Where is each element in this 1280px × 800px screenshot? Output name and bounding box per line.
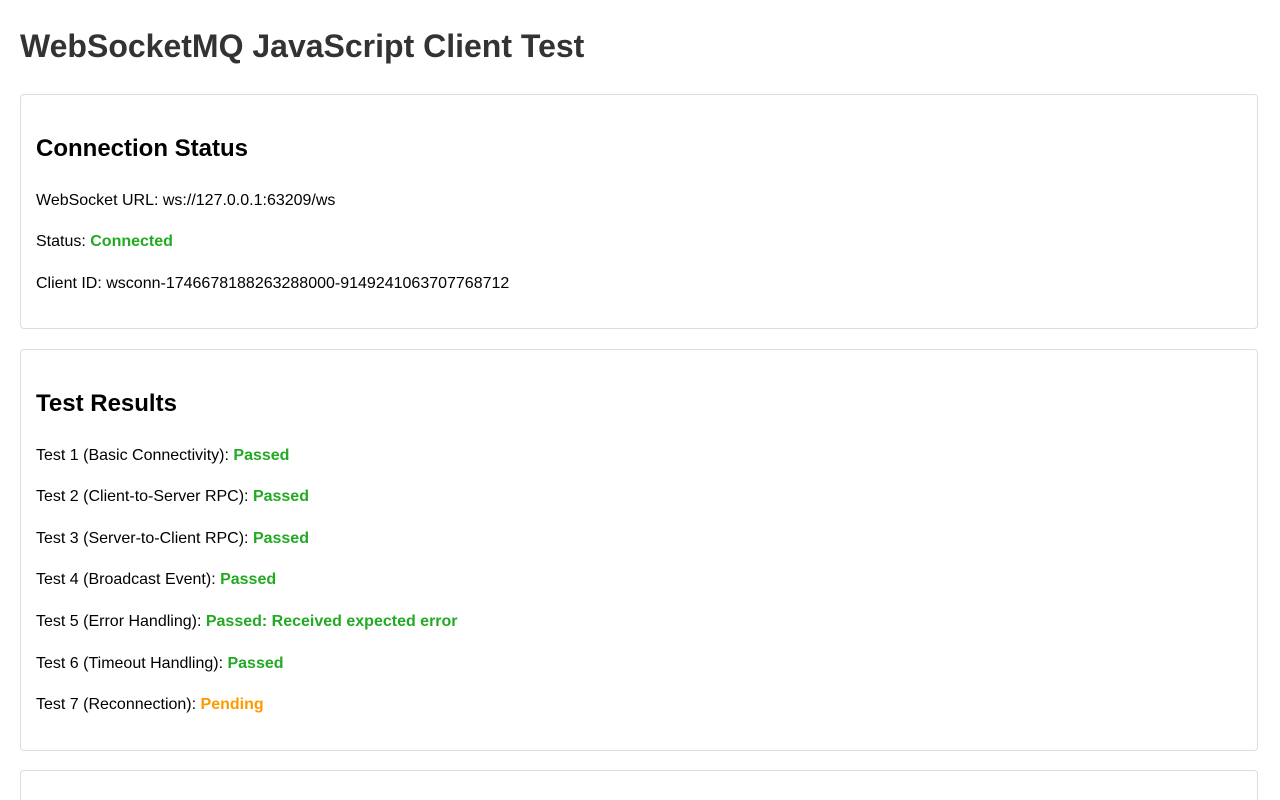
log-panel: [20, 770, 1258, 800]
test-result-row: Test 3 (Server-to-Client RPC): Passed: [36, 530, 309, 548]
test-label: Test 1 (Basic Connectivity):: [36, 447, 234, 464]
test-result-row: Test 7 (Reconnection): Pending: [36, 696, 264, 714]
test-result-row: Test 2 (Client-to-Server RPC): Passed: [36, 488, 309, 506]
client-id-row: Client ID: wsconn-1746678188263288000-91…: [36, 275, 509, 293]
connection-status-row: Status: Connected: [36, 233, 173, 251]
test-label: Test 4 (Broadcast Event):: [36, 571, 221, 588]
connection-status-heading: Connection Status: [36, 135, 249, 162]
test-label: Test 2 (Client-to-Server RPC):: [36, 488, 253, 505]
websocket-url-label: WebSocket URL:: [36, 192, 163, 209]
test-result-row: Test 6 (Timeout Handling): Passed: [36, 655, 284, 673]
test-result-value: Passed: Received expected error: [205, 613, 458, 630]
page-root: WebSocketMQ JavaScript Client Test Conne…: [0, 0, 1280, 800]
test-result-row: Test 4 (Broadcast Event): Passed: [36, 571, 276, 589]
status-label: Status:: [36, 233, 91, 250]
client-id-value: wsconn-1746678188263288000-9149241063707…: [106, 275, 510, 292]
test-label: Test 7 (Reconnection):: [36, 696, 201, 713]
test-result-value: Passed: [252, 488, 309, 505]
websocket-url-row: WebSocket URL: ws://127.0.0.1:63209/ws: [36, 192, 335, 210]
test-result-value: Passed: [227, 655, 284, 672]
test-result-row: Test 5 (Error Handling): Passed: Receive…: [36, 613, 458, 631]
test-results-panel: Test Results Test 1 (Basic Connectivity)…: [20, 349, 1258, 751]
test-results-heading: Test Results: [36, 390, 177, 417]
connection-status-panel: Connection Status WebSocket URL: ws://12…: [20, 94, 1258, 329]
test-label: Test 6 (Timeout Handling):: [36, 655, 228, 672]
test-result-value: Passed: [220, 571, 277, 588]
client-id-label: Client ID:: [36, 275, 107, 292]
test-result-value: Pending: [200, 696, 264, 713]
test-result-value: Passed: [233, 447, 290, 464]
test-label: Test 3 (Server-to-Client RPC):: [36, 530, 253, 547]
test-result-value: Passed: [252, 530, 309, 547]
page-title: WebSocketMQ JavaScript Client Test: [20, 28, 585, 64]
status-value: Connected: [90, 233, 173, 250]
test-result-row: Test 1 (Basic Connectivity): Passed: [36, 447, 289, 465]
test-label: Test 5 (Error Handling):: [36, 613, 206, 630]
websocket-url-value: ws://127.0.0.1:63209/ws: [162, 192, 336, 209]
